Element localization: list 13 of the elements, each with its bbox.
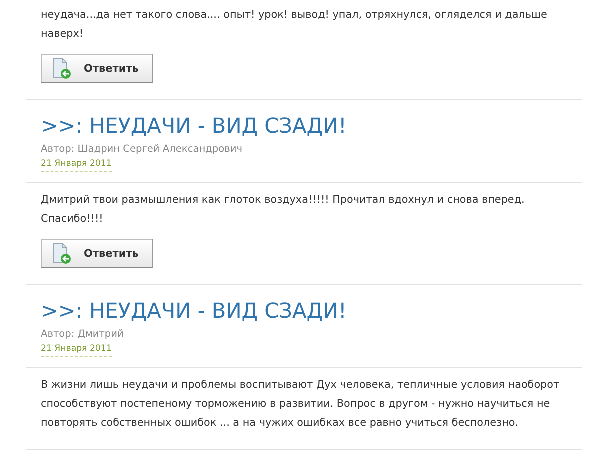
reply-button[interactable]: Ответить — [41, 54, 153, 83]
comment-date: 21 Января 2011 — [41, 343, 112, 357]
comment-text: неудача...да нет такого слова.... опыт! урок! вывод! упал, отряхнулся, огляделся и дальше наверх! — [41, 8, 548, 42]
comment-title: >>: НЕУДАЧИ - ВИД СЗАДИ! — [41, 113, 347, 140]
comment-text: Дмитрий твои размышления как глоток воздуха!!!!! Прочитал вдохнул и снова вперед. Спасибо!!!! — [41, 193, 526, 227]
document-reply-icon — [52, 58, 72, 80]
comment-author: Автор: Шадрин Сергей Александрович — [41, 143, 243, 157]
comment-title: >>: НЕУДАЧИ - ВИД СЗАДИ! — [41, 298, 347, 325]
document-reply-icon — [52, 242, 72, 264]
comment-date: 21 Января 2011 — [41, 158, 112, 172]
comment-text: В жизни лишь неудачи и проблемы воспитывают Дух человека, тепличные условия наоборот способствуют постепеному торможению в развитии. Вопрос в другом - нужно научиться не повторять собственных ошибок ... а на чужих ошибках все равно учиться бесполезно. — [41, 378, 561, 431]
comment-author: Автор: Дмитрий — [41, 328, 124, 342]
reply-button[interactable]: Ответить — [41, 239, 153, 268]
